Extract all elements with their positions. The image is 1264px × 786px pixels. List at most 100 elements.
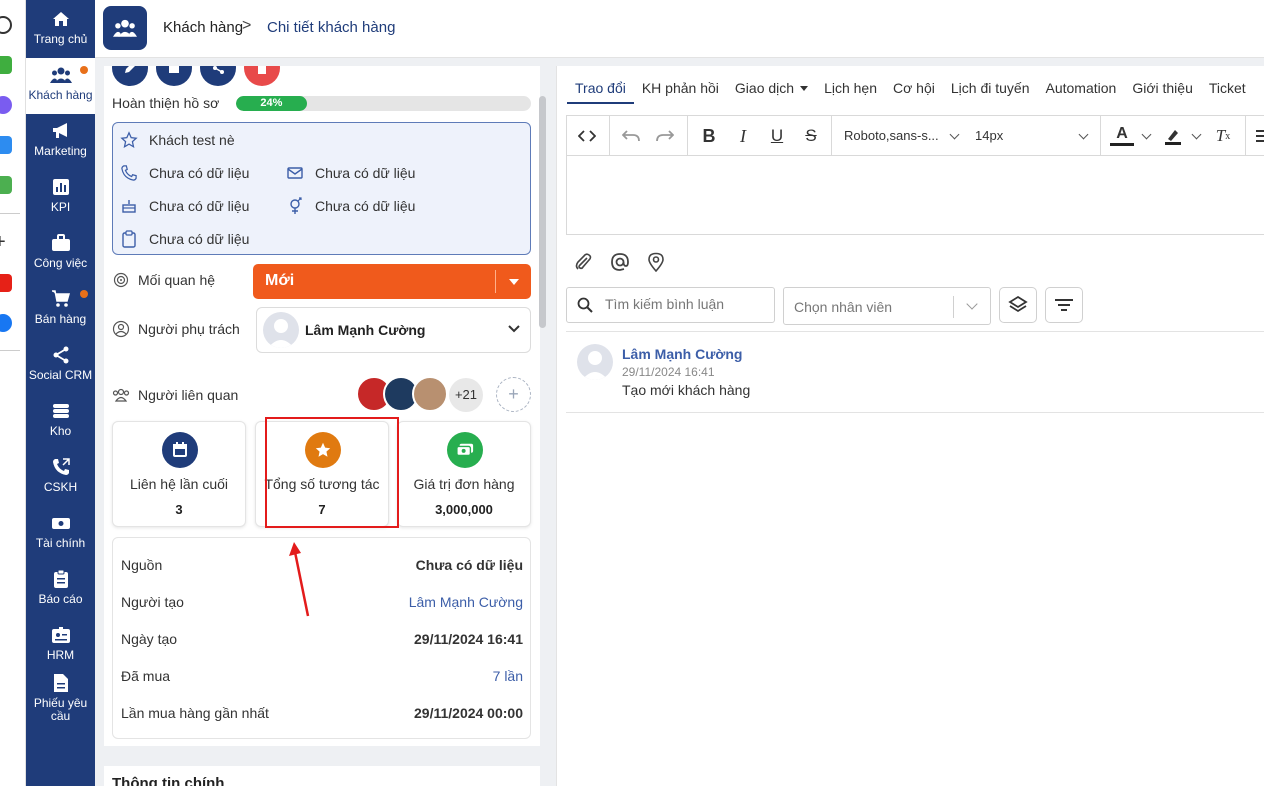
tab-label: Giao dịch	[734, 80, 795, 96]
nav-warehouse[interactable]: Kho	[26, 394, 95, 450]
panel-scrollbar[interactable]	[539, 96, 546, 328]
text-color-icon[interactable]: A	[1110, 124, 1134, 146]
customer-info-box: Khách test nè Chưa có dữ liệu Chưa có dữ…	[112, 122, 531, 255]
tab-discussion[interactable]: Trao đổi	[567, 76, 634, 104]
nav-customers[interactable]: Khách hàng	[26, 58, 95, 114]
delete-button[interactable]	[244, 66, 280, 86]
chevron-down-icon[interactable]	[949, 129, 960, 140]
note-value: Chưa có dữ liệu	[149, 231, 250, 247]
customer-details: Nguồn Chưa có dữ liệu Người tạo Lâm Mạnh…	[112, 537, 531, 739]
messenger-icon[interactable]	[0, 96, 12, 114]
nav-label: KPI	[50, 200, 71, 214]
related-avatar[interactable]	[412, 376, 448, 412]
zalo-icon[interactable]	[0, 136, 12, 154]
annotation-arrow	[289, 542, 310, 617]
filter-button[interactable]	[1045, 287, 1083, 323]
purchases-link[interactable]: 7 lần	[493, 668, 523, 684]
trash-icon	[258, 66, 266, 74]
breadcrumb-separator: >	[242, 17, 252, 34]
nav-label: HRM	[46, 648, 75, 662]
related-more-count[interactable]: +21	[449, 378, 483, 412]
detail-value: 29/11/2024 16:41	[414, 631, 523, 647]
chevron-down-icon[interactable]	[508, 325, 520, 333]
nav-sales[interactable]: Bán hàng	[26, 282, 95, 338]
chevron-down-icon[interactable]	[1141, 129, 1152, 140]
breadcrumb-customers[interactable]: Khách hàng	[163, 19, 243, 36]
align-icon[interactable]	[1251, 124, 1264, 148]
tab-transactions[interactable]: Giao dịch	[727, 76, 816, 104]
megaphone-icon	[50, 120, 72, 142]
tab-automation[interactable]: Automation	[1037, 76, 1124, 104]
location-icon[interactable]	[645, 251, 667, 273]
clock-icon[interactable]	[0, 16, 12, 34]
nav-requests[interactable]: Phiếu yêu cầu	[26, 666, 95, 730]
comment-search-input[interactable]	[605, 296, 765, 312]
relationship-value: Mới	[265, 272, 295, 289]
strikethrough-icon[interactable]: S	[799, 124, 823, 148]
customer-name: Khách test nè	[149, 132, 235, 148]
paperclip-icon[interactable]	[572, 251, 594, 273]
mention-icon[interactable]	[609, 251, 631, 273]
nav-social-crm[interactable]: Social CRM	[26, 338, 95, 394]
select-divider	[495, 270, 496, 293]
relationship-label: Mối quan hệ	[138, 272, 216, 288]
stat-label: Liên hệ lần cuối	[129, 476, 229, 492]
undo-icon[interactable]	[619, 124, 643, 148]
warehouse-icon	[50, 400, 72, 422]
nav-home[interactable]: Trang chủ	[26, 2, 95, 58]
stat-last-contact: Liên hệ lần cuối 3	[112, 421, 246, 527]
highlight-color-icon[interactable]	[1161, 124, 1185, 148]
facebook-icon[interactable]	[0, 314, 12, 332]
chevron-down-icon[interactable]	[1191, 129, 1202, 140]
nav-kpi[interactable]: KPI	[26, 170, 95, 226]
chat-app-icon[interactable]	[0, 56, 12, 74]
save-button[interactable]	[156, 66, 192, 86]
redo-icon[interactable]	[653, 124, 677, 148]
nav-reports[interactable]: Báo cáo	[26, 562, 95, 618]
font-size-select[interactable]: 14px	[975, 128, 1003, 143]
owner-select[interactable]: Lâm Mạnh Cường	[256, 307, 531, 353]
star-outline-icon[interactable]	[119, 130, 139, 150]
tab-route[interactable]: Lịch đi tuyến	[943, 76, 1038, 104]
font-family-select[interactable]: Roboto,sans-s...	[844, 128, 939, 143]
layers-button[interactable]	[999, 287, 1037, 323]
tab-referral[interactable]: Giới thiệu	[1124, 76, 1201, 104]
clipboard-icon	[119, 229, 139, 249]
gender-value: Chưa có dữ liệu	[315, 198, 416, 214]
cart-icon	[50, 288, 72, 310]
plus-icon[interactable]: +	[0, 232, 12, 252]
nav-tasks[interactable]: Công việc	[26, 226, 95, 282]
clipboard-icon	[50, 568, 72, 590]
employee-placeholder: Chọn nhân viên	[794, 299, 893, 315]
game-icon[interactable]	[0, 176, 12, 194]
nav-customer-care[interactable]: CSKH	[26, 450, 95, 506]
tab-ticket[interactable]: Ticket	[1201, 76, 1254, 104]
tab-opportunities[interactable]: Cơ hội	[885, 76, 943, 104]
gender-icon	[285, 196, 305, 216]
owner-label-row: Người phụ trách	[112, 320, 240, 338]
cake-icon	[119, 196, 139, 216]
add-related-button[interactable]: +	[496, 377, 531, 412]
share-button[interactable]	[200, 66, 236, 86]
chevron-down-icon[interactable]	[1078, 129, 1089, 140]
bold-icon[interactable]: B	[697, 124, 721, 148]
youtube-icon[interactable]	[0, 274, 12, 292]
underline-icon[interactable]: U	[765, 124, 789, 148]
nav-finance[interactable]: Tài chính	[26, 506, 95, 562]
employee-select[interactable]: Chọn nhân viên	[783, 287, 991, 325]
tab-feedback[interactable]: KH phản hồi	[634, 76, 727, 104]
page-header: Khách hàng > Chi tiết khách hàng	[95, 0, 1264, 58]
clear-format-icon[interactable]: Tx	[1211, 124, 1235, 148]
nav-label: Social CRM	[28, 368, 93, 382]
share-icon	[213, 66, 224, 74]
nav-marketing[interactable]: Marketing	[26, 114, 95, 170]
creator-link[interactable]: Lâm Mạnh Cường	[409, 594, 523, 610]
italic-icon[interactable]: I	[731, 124, 755, 148]
comment-author[interactable]: Lâm Mạnh Cường	[622, 346, 742, 362]
edit-button[interactable]	[112, 66, 148, 86]
code-view-icon[interactable]	[575, 124, 599, 148]
nav-label: Tài chính	[35, 536, 86, 550]
caret-down-icon[interactable]	[509, 279, 519, 285]
relationship-select[interactable]: Mới	[253, 264, 531, 299]
tab-appointments[interactable]: Lịch hẹn	[816, 76, 885, 104]
